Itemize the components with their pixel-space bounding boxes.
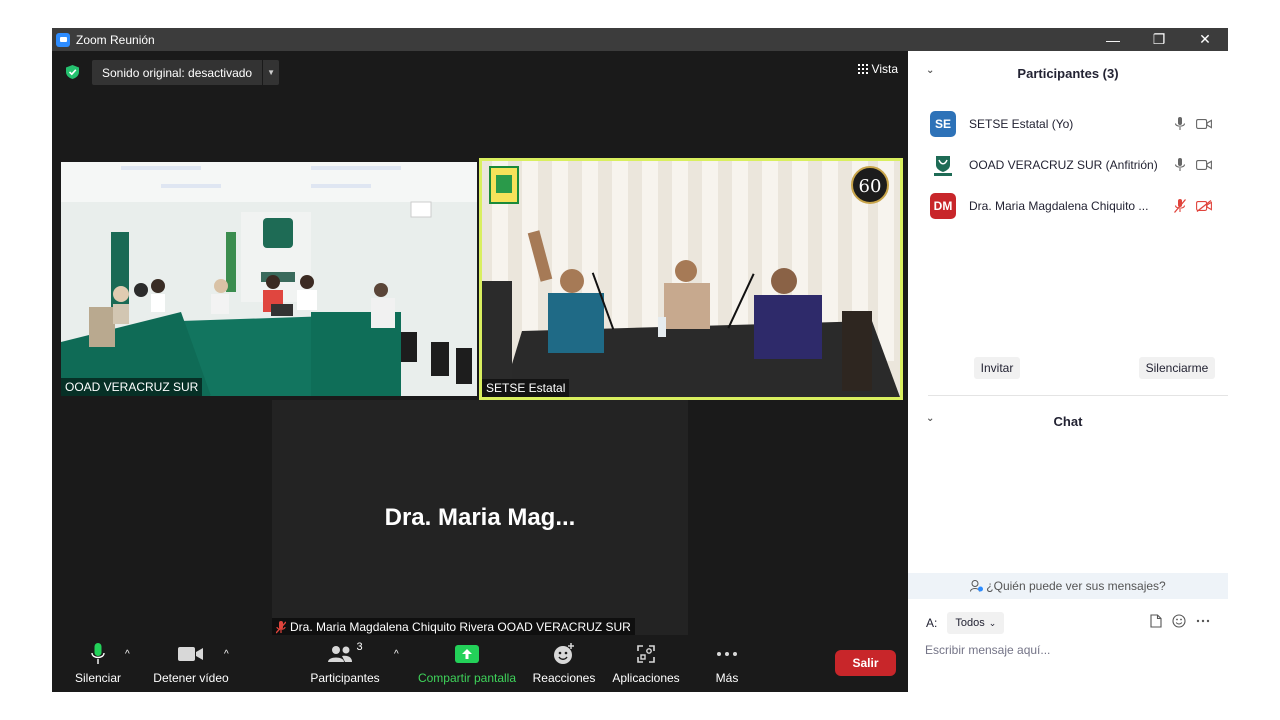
stop-video-label: Detener vídeo <box>153 671 229 685</box>
participants-count: 3 <box>356 641 363 653</box>
grid-icon <box>857 64 868 74</box>
anniversary-badge: 60 <box>859 176 882 197</box>
chevron-down-icon[interactable]: ⌄ <box>926 65 934 76</box>
mute-button[interactable]: Silenciar <box>72 635 124 692</box>
reactions-button[interactable]: Reacciones <box>532 635 596 692</box>
minimize-button[interactable]: — <box>1090 28 1136 51</box>
mute-label: Silenciar <box>74 671 122 685</box>
window-title: Zoom Reunión <box>76 32 155 47</box>
video-off-icon <box>1196 199 1212 212</box>
zoom-app-icon <box>56 32 70 47</box>
video-name-label: Dra. Maria Magdalena Chiquito Rivera OOA… <box>272 618 635 636</box>
chevron-down-icon[interactable]: ▼ <box>262 60 279 85</box>
meeting-area: Sonido original: desactivado ▼ Vista OOA… <box>52 51 908 692</box>
participants-label: Participantes <box>310 671 380 685</box>
participant-name: SETSE Estatal (Yo) <box>969 116 1074 131</box>
participant-row[interactable]: SE SETSE Estatal (Yo) <box>908 103 1228 144</box>
participant-display-name: Dra. Maria Mag... <box>384 504 576 531</box>
more-label: Más <box>715 671 739 685</box>
more-button[interactable]: Más <box>707 635 747 692</box>
chat-header: ⌄ Chat <box>908 407 1228 435</box>
avatar: SE <box>930 110 956 137</box>
participant-row[interactable]: OOAD VERACRUZ SUR (Anfitrión) <box>908 144 1228 185</box>
share-screen-label: Compartir pantalla <box>417 671 517 685</box>
file-icon[interactable] <box>1150 614 1162 628</box>
conference-room-image <box>61 162 477 396</box>
apps-label: Aplicaciones <box>612 671 680 685</box>
participant-name: Dra. Maria Magdalena Chiquito ... <box>969 198 1149 213</box>
microphone-icon <box>91 643 105 664</box>
stop-video-button[interactable]: Detener vídeo <box>152 635 230 692</box>
people-icon <box>328 646 353 662</box>
meeting-toolbar: Silenciar ^ Detener vídeo ^ 3 Participan… <box>52 635 908 692</box>
participants-title: Participantes (3) <box>1017 65 1119 81</box>
who-can-see-label: ¿Quién puede ver sus mensajes? <box>986 579 1166 593</box>
to-label: A: <box>926 616 938 630</box>
muted-mic-icon <box>276 620 286 633</box>
video-camera-icon <box>1196 118 1212 129</box>
chat-tools <box>1150 614 1210 628</box>
share-screen-icon <box>455 645 479 663</box>
chat-message-input[interactable] <box>925 640 1215 660</box>
reaction-smiley-icon <box>554 643 574 664</box>
microphone-icon <box>1174 116 1186 130</box>
apps-icon <box>637 645 655 663</box>
zoom-window: Zoom Reunión — ❐ ✕ Sonido original: desa… <box>52 28 1228 692</box>
more-dots-icon <box>717 652 737 656</box>
audio-options-caret[interactable]: ^ <box>125 649 130 660</box>
original-sound-toggle[interactable]: Sonido original: desactivado ▼ <box>92 60 280 85</box>
more-options-icon[interactable] <box>1196 619 1210 623</box>
window-controls: — ❐ ✕ <box>1090 28 1228 51</box>
video-tile-dra-maria[interactable]: Dra. Maria Mag... Dra. Maria Magdalena C… <box>272 400 688 636</box>
participant-name: OOAD VERACRUZ SUR (Anfitrión) <box>969 157 1158 172</box>
video-name-label: SETSE Estatal <box>482 379 570 397</box>
mute-me-button[interactable]: Silenciarme <box>1139 357 1215 379</box>
invite-button[interactable]: Invitar <box>974 357 1020 379</box>
video-name-text: Dra. Maria Magdalena Chiquito Rivera OOA… <box>290 620 631 634</box>
chevron-down-icon: ⌄ <box>988 617 997 628</box>
video-tile-setse[interactable]: 60 SETSE Estatal <box>479 158 903 400</box>
meeting-room-image: 60 <box>482 161 900 397</box>
view-button[interactable]: Vista <box>857 62 898 76</box>
microphone-icon <box>1174 157 1186 171</box>
video-camera-icon <box>178 647 203 661</box>
side-panel: ⌄ Participantes (3) SE SETSE Estatal (Yo… <box>908 51 1228 692</box>
muted-mic-icon <box>1174 198 1186 213</box>
recipient-value: Todos <box>955 617 985 629</box>
original-sound-label: Sonido original: desactivado <box>102 65 253 80</box>
view-label: Vista <box>871 62 898 76</box>
who-can-see-messages[interactable]: ¿Quién puede ver sus mensajes? <box>908 573 1228 599</box>
avatar: DM <box>930 192 956 219</box>
share-screen-button[interactable]: Compartir pantalla <box>416 635 518 692</box>
chat-recipient-row: A: Todos ⌄ <box>926 612 1005 634</box>
video-tile-ooad[interactable]: OOAD VERACRUZ SUR <box>61 162 477 396</box>
apps-button[interactable]: Aplicaciones <box>608 635 684 692</box>
imss-logo-icon <box>930 151 956 178</box>
close-button[interactable]: ✕ <box>1182 28 1228 51</box>
participants-button[interactable]: 3 Participantes <box>310 635 380 692</box>
panel-divider <box>928 395 1228 396</box>
restore-button[interactable]: ❐ <box>1136 28 1182 51</box>
chat-title: Chat <box>1053 413 1083 429</box>
person-info-icon <box>970 580 984 592</box>
video-options-caret[interactable]: ^ <box>224 649 229 660</box>
emoji-icon[interactable] <box>1172 614 1186 628</box>
recipient-select[interactable]: Todos ⌄ <box>947 612 1005 634</box>
video-camera-icon <box>1196 159 1212 170</box>
participants-list: SE SETSE Estatal (Yo) OOAD VERACRUZ SUR … <box>908 103 1228 226</box>
participants-options-caret[interactable]: ^ <box>394 649 399 660</box>
leave-button[interactable]: Salir <box>835 650 896 676</box>
chevron-down-icon[interactable]: ⌄ <box>926 413 934 424</box>
participants-header: ⌄ Participantes (3) <box>908 59 1228 87</box>
reactions-label: Reacciones <box>532 671 596 685</box>
video-name-label: OOAD VERACRUZ SUR <box>61 378 203 396</box>
shield-icon[interactable] <box>66 65 79 79</box>
title-bar: Zoom Reunión — ❐ ✕ <box>52 28 1228 51</box>
participant-row[interactable]: DM Dra. Maria Magdalena Chiquito ... <box>908 185 1228 226</box>
